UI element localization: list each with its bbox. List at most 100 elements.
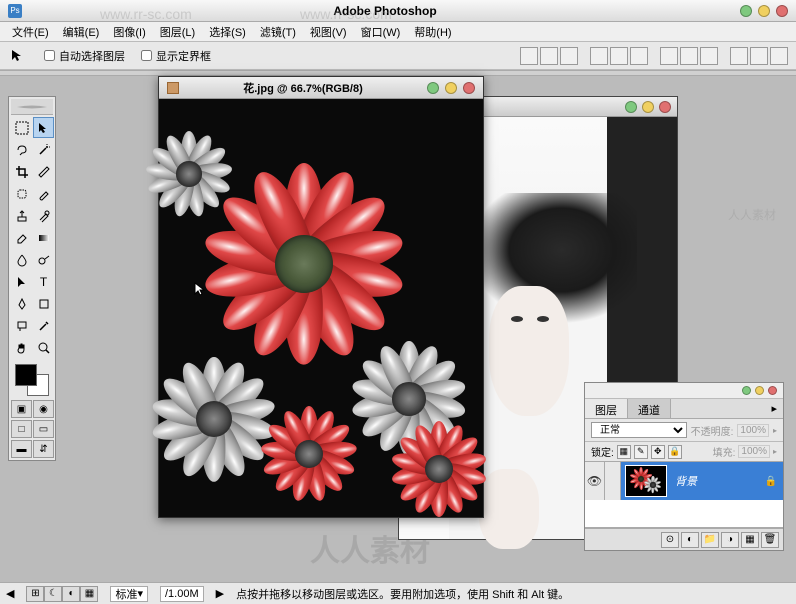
layer-mask-icon[interactable]: ◐ xyxy=(681,532,699,548)
menu-help[interactable]: 帮助(H) xyxy=(408,22,457,42)
healing-brush-tool-icon[interactable] xyxy=(11,183,32,204)
align-hcenter-icon[interactable] xyxy=(610,47,628,65)
show-bounds-checkbox-input[interactable] xyxy=(141,50,152,61)
quickmask-mode-icon[interactable]: ◉ xyxy=(33,400,54,418)
doc-maximize-icon[interactable] xyxy=(642,101,654,113)
maximize-button[interactable] xyxy=(758,5,770,17)
foreground-color-swatch[interactable] xyxy=(15,364,37,386)
screen-full-menu-icon[interactable]: ▭ xyxy=(33,420,54,438)
show-bounds-checkbox[interactable]: 显示定界框 xyxy=(141,48,211,64)
dodge-tool-icon[interactable] xyxy=(33,249,54,270)
new-layer-icon[interactable]: ▦ xyxy=(741,532,759,548)
align-vcenter-icon[interactable] xyxy=(540,47,558,65)
new-set-icon[interactable]: 📁 xyxy=(701,532,719,548)
close-button[interactable] xyxy=(776,5,788,17)
layer-thumbnail[interactable] xyxy=(625,465,667,497)
auto-select-checkbox-input[interactable] xyxy=(44,50,55,61)
distribute-bottom-icon[interactable] xyxy=(700,47,718,65)
panel-titlebar[interactable] xyxy=(585,383,783,399)
doc-maximize-icon[interactable] xyxy=(445,82,457,94)
sb-tab-icon[interactable]: ▦ xyxy=(80,586,98,602)
toolbox-grip[interactable] xyxy=(11,99,53,115)
delete-layer-icon[interactable]: 🗑 xyxy=(761,532,779,548)
sb-tab-icon[interactable]: ☾ xyxy=(44,586,62,602)
layer-style-icon[interactable]: ⊙ xyxy=(661,532,679,548)
menu-view[interactable]: 视图(V) xyxy=(304,22,353,42)
opacity-value[interactable]: 100% xyxy=(737,424,769,437)
minimize-button[interactable] xyxy=(740,5,752,17)
sb-play-icon[interactable]: ▶ xyxy=(216,587,224,600)
menu-window[interactable]: 窗口(W) xyxy=(355,22,407,42)
layer-name[interactable]: 背景 xyxy=(671,473,765,489)
fill-value[interactable]: 100% xyxy=(738,445,770,458)
doc-minimize-icon[interactable] xyxy=(427,82,439,94)
flower-doc-titlebar[interactable]: 花.jpg @ 66.7%(RGB/8) xyxy=(159,77,483,99)
doc-close-icon[interactable] xyxy=(659,101,671,113)
lock-all-icon[interactable]: 🔒 xyxy=(668,445,682,459)
adjustment-layer-icon[interactable]: ◑ xyxy=(721,532,739,548)
panel-close-icon[interactable] xyxy=(768,386,777,395)
zoom-tool-icon[interactable] xyxy=(33,337,54,358)
pen-tool-icon[interactable] xyxy=(11,293,32,314)
panel-menu-icon[interactable]: ▸ xyxy=(765,399,783,418)
distribute-vcenter-icon[interactable] xyxy=(680,47,698,65)
link-col[interactable] xyxy=(605,462,621,500)
crop-tool-icon[interactable] xyxy=(11,161,32,182)
tab-channels[interactable]: 通道 xyxy=(628,399,671,418)
standard-mode-icon[interactable]: ▣ xyxy=(11,400,32,418)
menu-select[interactable]: 选择(S) xyxy=(203,22,252,42)
hand-tool-icon[interactable] xyxy=(11,337,32,358)
brush-tool-icon[interactable] xyxy=(33,183,54,204)
eyedropper-tool-icon[interactable] xyxy=(33,315,54,336)
panel-max-icon[interactable] xyxy=(755,386,764,395)
lock-pixels-icon[interactable]: ✎ xyxy=(634,445,648,459)
align-bottom-icon[interactable] xyxy=(560,47,578,65)
shape-tool-icon[interactable] xyxy=(33,293,54,314)
align-top-icon[interactable] xyxy=(520,47,538,65)
auto-select-layer-checkbox[interactable]: 自动选择图层 xyxy=(44,48,125,64)
blur-tool-icon[interactable] xyxy=(11,249,32,270)
fill-arrow-icon[interactable]: ▸ xyxy=(773,447,777,456)
distribute-top-icon[interactable] xyxy=(660,47,678,65)
docsize-field[interactable]: /1.00M xyxy=(160,586,204,602)
align-right-icon[interactable] xyxy=(630,47,648,65)
distribute-hcenter-icon[interactable] xyxy=(750,47,768,65)
slice-tool-icon[interactable] xyxy=(33,161,54,182)
menu-filter[interactable]: 滤镜(T) xyxy=(254,22,302,42)
history-brush-tool-icon[interactable] xyxy=(33,205,54,226)
sb-tab-icon[interactable]: ◐ xyxy=(62,586,80,602)
document-window-flower[interactable]: 花.jpg @ 66.7%(RGB/8) xyxy=(158,76,484,518)
menu-file[interactable]: 文件(E) xyxy=(6,22,55,42)
layer-row[interactable]: 👁 背景 🔒 xyxy=(585,462,783,500)
opacity-arrow-icon[interactable]: ▸ xyxy=(773,426,777,435)
jump-to-icon[interactable]: ⇵ xyxy=(33,440,54,458)
align-left-icon[interactable] xyxy=(590,47,608,65)
gradient-tool-icon[interactable] xyxy=(33,227,54,248)
sb-tab-icon[interactable]: ⊞ xyxy=(26,586,44,602)
type-tool-icon[interactable]: T xyxy=(33,271,54,292)
panel-min-icon[interactable] xyxy=(742,386,751,395)
visibility-toggle-icon[interactable]: 👁 xyxy=(585,462,605,500)
tab-layers[interactable]: 图层 xyxy=(585,399,628,418)
menu-edit[interactable]: 编辑(E) xyxy=(57,22,106,42)
lock-position-icon[interactable]: ✥ xyxy=(651,445,665,459)
move-tool-icon[interactable] xyxy=(33,117,54,138)
lasso-tool-icon[interactable] xyxy=(11,139,32,160)
eraser-tool-icon[interactable] xyxy=(11,227,32,248)
distribute-left-icon[interactable] xyxy=(730,47,748,65)
doc-minimize-icon[interactable] xyxy=(625,101,637,113)
flower-canvas[interactable] xyxy=(159,99,483,517)
doc-close-icon[interactable] xyxy=(463,82,475,94)
menu-image[interactable]: 图像(I) xyxy=(107,22,151,42)
magic-wand-tool-icon[interactable] xyxy=(33,139,54,160)
zoom-field[interactable]: 标准 ▾ xyxy=(110,586,148,602)
path-select-tool-icon[interactable] xyxy=(11,271,32,292)
marquee-tool-icon[interactable] xyxy=(11,117,32,138)
screen-standard-icon[interactable]: □ xyxy=(11,420,32,438)
lock-transparent-icon[interactable]: ▦ xyxy=(617,445,631,459)
notes-tool-icon[interactable] xyxy=(11,315,32,336)
blend-mode-select[interactable]: 正常 xyxy=(591,422,687,438)
clone-stamp-tool-icon[interactable] xyxy=(11,205,32,226)
menu-layer[interactable]: 图层(L) xyxy=(154,22,201,42)
screen-full-icon[interactable]: ▬ xyxy=(11,440,32,458)
